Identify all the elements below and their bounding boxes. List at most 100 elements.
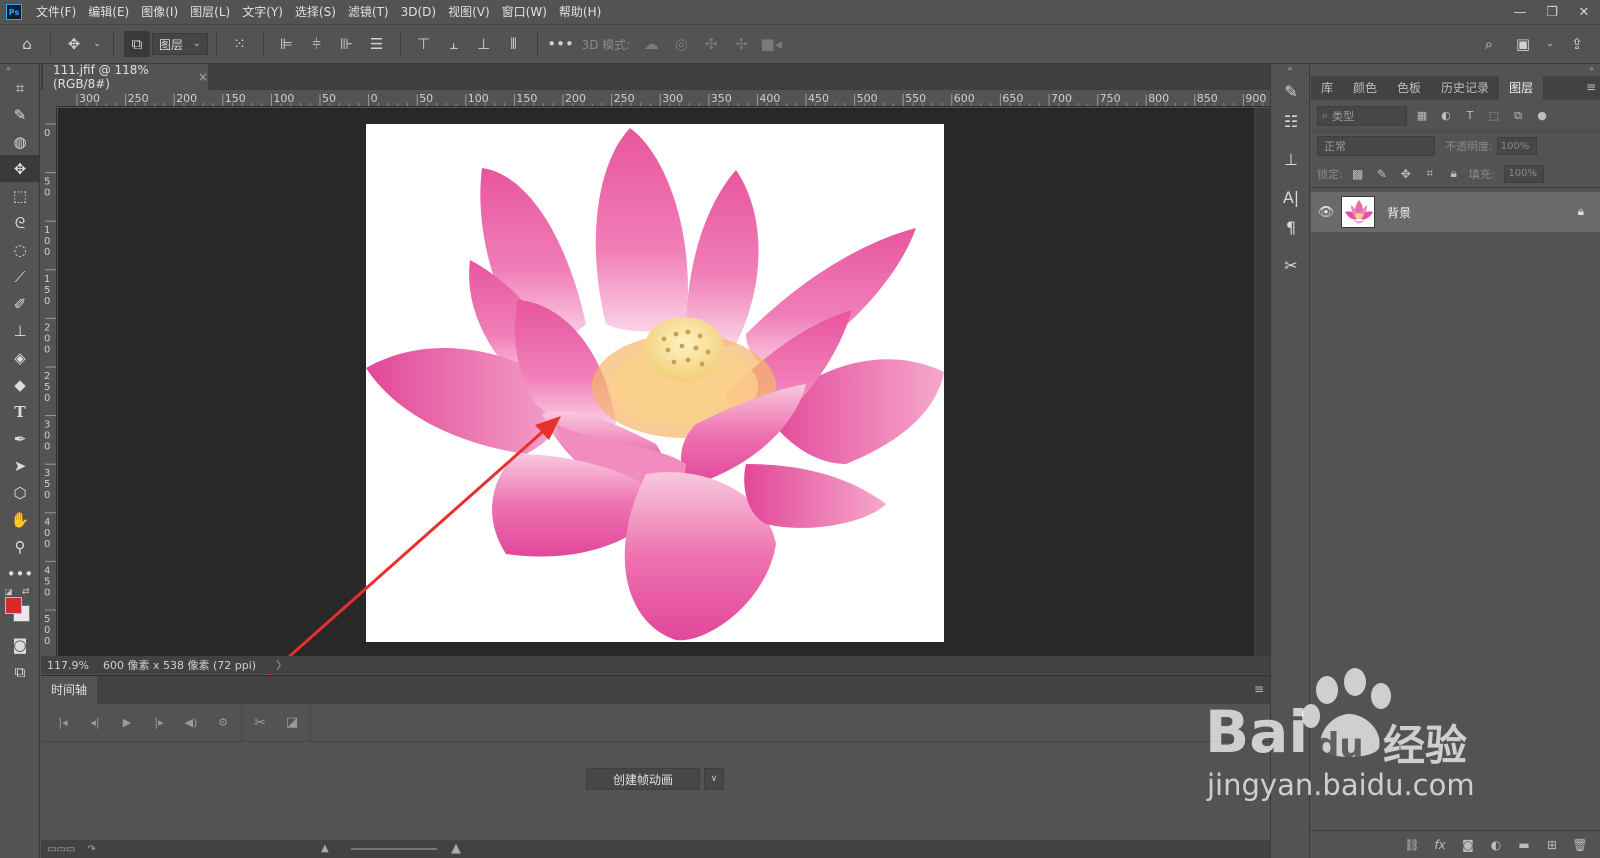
tab-history[interactable]: 历史记录 [1431, 76, 1499, 100]
create-frame-animation-button[interactable]: 创建帧动画 [586, 768, 700, 790]
layer-row[interactable]: 👁︎ 背景 🔒︎ [1311, 192, 1600, 232]
new-adjustment-layer-icon[interactable]: ◐ [1486, 838, 1506, 852]
horizontal-ruler[interactable]: 300 250 200 150 100 50 0 50 100 150 200 250 300 350 40… [57, 90, 1270, 107]
clone-stamp-tool-icon[interactable]: ⊥ [0, 317, 40, 344]
tool-presets-icon[interactable]: ✂ [1271, 250, 1311, 280]
quick-mask-icon[interactable]: ◙ [0, 631, 40, 658]
tab-libraries[interactable]: 库 [1311, 76, 1343, 100]
object-selection-tool-icon[interactable]: ◍ [0, 128, 40, 155]
filter-shape-icon[interactable]: ⬚ [1485, 109, 1503, 122]
align-left-icon[interactable]: ⊫ [274, 31, 300, 57]
next-frame-icon[interactable]: |▸ [143, 711, 175, 735]
lock-transparent-icon[interactable]: ▩ [1349, 167, 1367, 181]
chevron-down-icon[interactable]: ⌄ [1544, 31, 1556, 57]
layer-style-fx-icon[interactable]: fx [1430, 838, 1450, 852]
audio-icon[interactable]: ◀) [175, 711, 207, 735]
frame-animation-toggle-icon[interactable]: ▭▭▭ [47, 844, 75, 855]
link-layers-icon[interactable]: ⛓ [1402, 838, 1422, 852]
brush-tool-icon[interactable]: ✐ [0, 290, 40, 317]
eraser-tool-icon[interactable]: ◈ [0, 344, 40, 371]
zoom-level[interactable]: 117.9% [41, 659, 93, 672]
expand-toolbar-icon[interactable]: » [0, 64, 39, 74]
layer-filter-kind-dropdown[interactable]: ⌕ 类型 [1317, 105, 1407, 126]
lock-artboard-icon[interactable]: ⌗ [1421, 166, 1439, 181]
quick-selection-tool-icon[interactable]: ◌ [0, 236, 40, 263]
vertical-ruler[interactable]: 050100150200250300350400450500 [41, 107, 57, 657]
home-icon[interactable]: ⌂ [14, 31, 40, 57]
menu-window[interactable]: 窗口(W) [496, 0, 553, 24]
lock-image-pixels-icon[interactable]: ✎ [1373, 167, 1391, 181]
crop-tool-icon[interactable]: ⌗ [0, 74, 40, 101]
paragraph-panel-icon[interactable]: ¶ [1271, 212, 1311, 242]
convert-icon[interactable]: ↷ [87, 844, 95, 855]
add-mask-icon[interactable]: ◙ [1458, 838, 1478, 852]
zoom-tool-icon[interactable]: ⚲ [0, 533, 40, 560]
distribute-horizontal-icon[interactable]: ⫴ [501, 31, 527, 57]
filter-type-icon[interactable]: T [1461, 109, 1479, 122]
3d-pan-icon[interactable]: ✣ [698, 31, 724, 57]
delete-layer-trash-icon[interactable]: 🗑︎ [1570, 838, 1590, 852]
collapse-panels-icon[interactable]: » [1311, 64, 1600, 76]
spot-healing-tool-icon[interactable]: ✎ [0, 101, 40, 128]
align-vertical-center-icon[interactable]: ⫠ [441, 31, 467, 57]
filter-toggle-icon[interactable]: ● [1533, 109, 1551, 122]
align-right-icon[interactable]: ⊪ [334, 31, 360, 57]
vertical-scrollbar[interactable] [1254, 108, 1270, 656]
ruler-corner[interactable] [41, 90, 57, 107]
workspace-icon[interactable]: ▣ [1510, 31, 1536, 57]
auto-select-icon[interactable]: ⧉ [124, 31, 150, 57]
image-canvas[interactable] [366, 124, 944, 642]
path-selection-tool-icon[interactable]: ➤ [0, 452, 40, 479]
edit-toolbar-icon[interactable]: ••• [0, 560, 40, 587]
lasso-tool-icon[interactable]: ᘓ [0, 209, 40, 236]
layer-lock-icon[interactable]: 🔒︎ [1578, 204, 1584, 219]
search-icon[interactable]: ⌕ [1476, 31, 1502, 57]
new-layer-icon[interactable]: ⊞ [1542, 838, 1562, 852]
shape-tool-icon[interactable]: ⬡ [0, 479, 40, 506]
opacity-input[interactable]: 100% [1496, 137, 1537, 155]
hand-tool-icon[interactable]: ✋ [0, 506, 40, 533]
align-top-icon[interactable]: ⊤ [411, 31, 437, 57]
tab-color[interactable]: 颜色 [1343, 76, 1387, 100]
3d-roll-icon[interactable]: ◎ [668, 31, 694, 57]
clone-source-icon[interactable]: ⊥ [1271, 144, 1311, 174]
properties-icon[interactable]: ☷ [1271, 106, 1311, 136]
split-scissors-icon[interactable]: ✂ [244, 711, 276, 735]
blend-mode-dropdown[interactable]: 正常 [1317, 136, 1435, 156]
rectangular-marquee-tool-icon[interactable]: ⬚ [0, 182, 40, 209]
filter-adjustment-icon[interactable]: ◐ [1437, 109, 1455, 122]
menu-select[interactable]: 选择(S) [289, 0, 342, 24]
close-tab-icon[interactable]: × [198, 70, 208, 84]
document-tab[interactable]: 111.jfif @ 118%(RGB/8#) × [43, 63, 208, 91]
swap-colors-icon[interactable]: ⇄ [22, 587, 30, 597]
eyedropper-tool-icon[interactable]: ⟋ [0, 263, 40, 290]
menu-view[interactable]: 视图(V) [442, 0, 496, 24]
character-panel-icon[interactable]: A| [1271, 182, 1311, 212]
brush-settings-icon[interactable]: ✎ [1271, 76, 1311, 106]
previous-frame-icon[interactable]: ◂| [79, 711, 111, 735]
screen-mode-icon[interactable]: ⧉ [0, 658, 40, 685]
transform-controls-icon[interactable]: ⁙ [227, 31, 253, 57]
status-menu-arrow[interactable]: 〉 [276, 657, 287, 673]
move-tool-icon[interactable]: ✥ [0, 155, 40, 182]
photoshop-logo[interactable]: Ps [6, 4, 22, 20]
new-group-folder-icon[interactable]: ▬ [1514, 838, 1534, 852]
close-button[interactable]: ✕ [1568, 0, 1600, 24]
timeline-tab[interactable]: 时间轴 [41, 676, 98, 704]
transition-icon[interactable]: ◪ [276, 711, 308, 735]
paint-bucket-tool-icon[interactable]: ◆ [0, 371, 40, 398]
animation-type-dropdown[interactable]: ∨ [704, 768, 724, 790]
panel-menu-icon[interactable]: ≡ [1586, 80, 1596, 94]
lock-all-icon[interactable]: 🔒︎ [1445, 166, 1463, 181]
menu-layer[interactable]: 图层(L) [184, 0, 236, 24]
filter-smart-object-icon[interactable]: ⧉ [1509, 109, 1527, 123]
play-icon[interactable]: ▶ [111, 711, 143, 735]
zoom-in-mountain-icon[interactable]: ▲ [451, 841, 461, 856]
collapse-strip-icon[interactable]: « [1271, 64, 1309, 76]
first-frame-icon[interactable]: |◂ [47, 711, 79, 735]
menu-help[interactable]: 帮助(H) [553, 0, 607, 24]
pen-tool-icon[interactable]: ✒ [0, 425, 40, 452]
3d-camera-icon[interactable]: ■◂ [758, 31, 784, 57]
filter-pixel-icon[interactable]: ▦ [1413, 109, 1431, 122]
panel-menu-icon[interactable]: ≡ [1254, 682, 1264, 696]
